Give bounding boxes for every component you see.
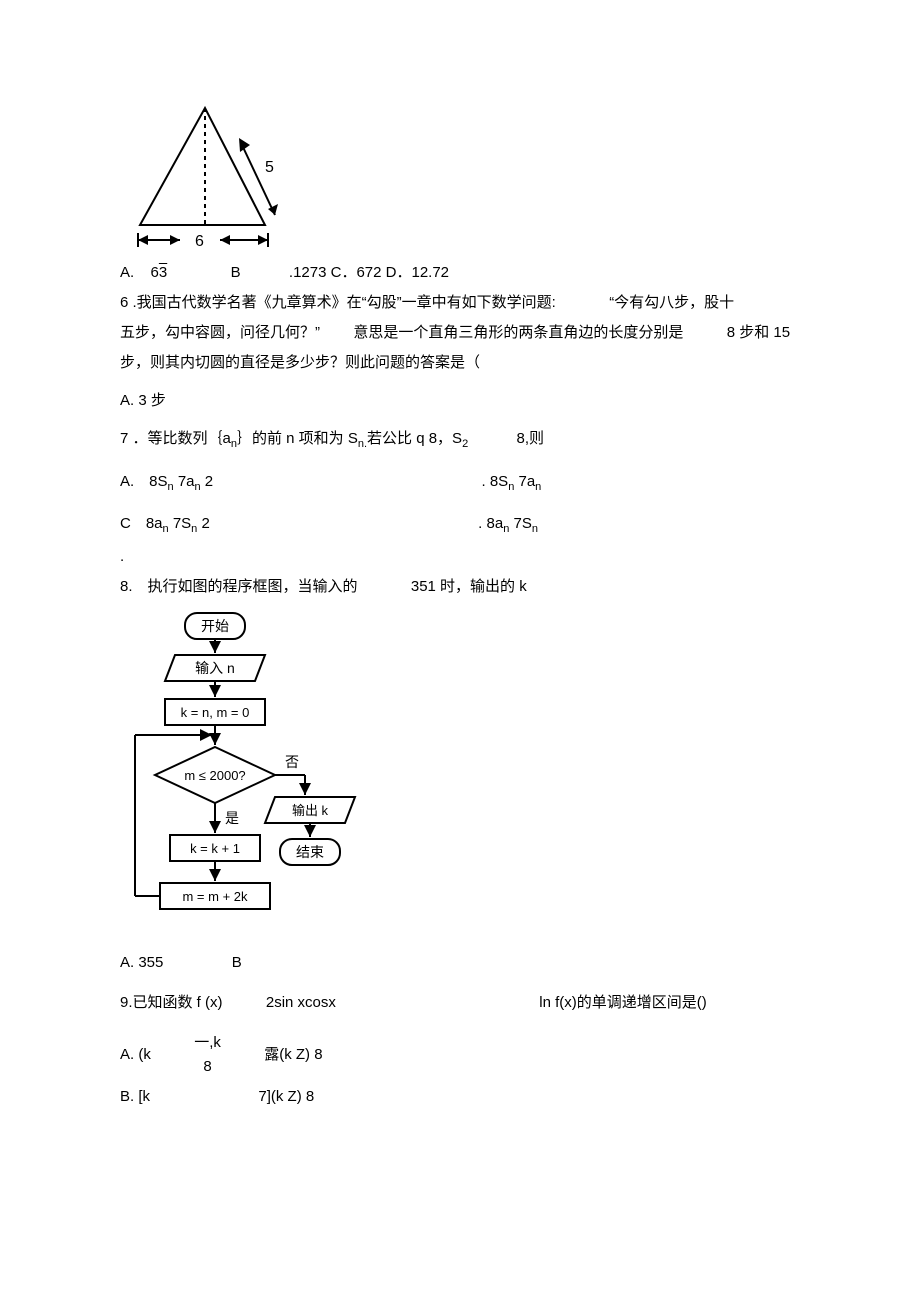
q7c3: 7S xyxy=(169,515,192,532)
flow-output: 输出 k xyxy=(292,803,329,818)
q7b3: 7a xyxy=(514,473,535,490)
q7-s1: 7 ．等比数列｛a xyxy=(120,430,231,447)
q7-s3: 若公比 q 8，S xyxy=(367,430,462,447)
q7-stem: 7 ．等比数列｛an｝的前 n 项和为 Sn.若公比 q 8，S2 8,则 xyxy=(120,427,800,454)
q9-opt-b: B. [k 7](k Z) 8 xyxy=(120,1085,800,1109)
q9-s2: 2sin xcosx xyxy=(266,994,336,1011)
opt-b-prefix: B xyxy=(231,264,241,281)
q9-s1: 9.已知函数 f (x) xyxy=(120,994,223,1011)
flow-input: 输入 n xyxy=(195,660,235,676)
flow-no: 否 xyxy=(285,754,299,770)
q6-line1: 6 .我国古代数学名著《九章算术》在“勾股”一章中有如下数学问题: “今有勾八步… xyxy=(120,291,800,315)
flow-start: 开始 xyxy=(201,618,229,634)
q7-opt-c: C 8an 7Sn 2 xyxy=(120,515,210,532)
q9b1: B. [k xyxy=(120,1088,150,1105)
q7b4: n xyxy=(535,481,541,493)
base-label: 6 xyxy=(195,233,204,250)
q7-opt-d: . 8an 7Sn xyxy=(478,515,538,532)
q9a2: 一,k xyxy=(194,1031,221,1055)
q9a1: A. (k xyxy=(120,1046,151,1063)
q6-l1-pre: 6 .我国古代数学名著《九章算术》在“勾股”一章中有如下数学问题: xyxy=(120,294,556,311)
opt-a-sqrt: 3 xyxy=(159,264,167,281)
q9b2: 7](k Z) 8 xyxy=(258,1088,314,1105)
q7-sub3: 2 xyxy=(462,438,468,450)
q8-stem: 8. 执行如图的程序框图，当输入的 351 时，输出的 k xyxy=(120,575,800,599)
q7d4: n xyxy=(532,523,538,535)
q6-l2-mid: 意思是一个直角三角形的两条直角边的长度分别是 xyxy=(353,324,683,341)
q7-tail: 8,则 xyxy=(517,430,545,447)
opt-rest: .1273 C．672 D．12.72 xyxy=(289,264,449,281)
q5-options: A. 63 B .1273 C．672 D．12.72 xyxy=(120,261,800,285)
flow-init: k = n, m = 0 xyxy=(181,705,250,720)
q7-opt-b: . 8Sn 7an xyxy=(482,473,542,490)
q7c1: C 8a xyxy=(120,515,163,532)
q6-l1-tail: “今有勾八步，股十 xyxy=(609,294,734,311)
flow-yes: 是 xyxy=(225,810,239,826)
q8-opt-a: A. 355 xyxy=(120,954,163,971)
q9-opt-a: A. (k 一,k 8 露(k Z) 8 xyxy=(120,1031,800,1079)
q8-flowchart: 开始 输入 n k = n, m = 0 m ≤ 2000? 否 输出 k 结束… xyxy=(120,605,800,945)
q9a3: 露(k Z) 8 xyxy=(264,1046,322,1063)
q7-row2: C 8an 7Sn 2 . 8an 7Sn xyxy=(120,512,800,539)
side-label: 5 xyxy=(265,159,274,176)
q9-stem: 9.已知函数 f (x) 2sin xcosx ln f(x)的单调递增区间是(… xyxy=(120,991,800,1015)
q6-l2-pre: 五步，勾中容圆，问径几何？” xyxy=(120,324,320,341)
q7b1: . 8S xyxy=(482,473,509,490)
q7-s2: ｝的前 n 项和为 S xyxy=(237,430,358,447)
q7a3: 7a xyxy=(174,473,195,490)
q6-line2: 五步，勾中容圆，问径几何？” 意思是一个直角三角形的两条直角边的长度分别是 8 … xyxy=(120,321,800,345)
flow-step1: k = k + 1 xyxy=(190,841,240,856)
q7-row1: A. 8Sn 7an 2 . 8Sn 7an xyxy=(120,470,800,497)
flow-step2: m = m + 2k xyxy=(182,889,248,904)
q7-opt-a: A. 8Sn 7an 2 xyxy=(120,473,213,490)
q7c5: 2 xyxy=(197,515,210,532)
q5-figure: 5 6 xyxy=(120,100,800,255)
q7-sub2: n. xyxy=(358,438,367,450)
q9-s3: ln f(x)的单调递增区间是() xyxy=(539,994,707,1011)
opt-a-prefix: A. xyxy=(120,264,134,281)
flow-cond: m ≤ 2000? xyxy=(184,768,245,783)
q7d3: 7S xyxy=(509,515,532,532)
q6-line3: 步，则其内切圆的直径是多少步？则此问题的答案是（ xyxy=(120,351,800,375)
q9a-denom: 8 xyxy=(194,1055,221,1079)
opt-a-value-pre: 6 xyxy=(151,264,159,281)
flow-end: 结束 xyxy=(296,844,324,860)
q7-cdot: . xyxy=(120,545,800,569)
q6-l2-tail: 8 步和 15 xyxy=(727,324,790,341)
q8-s2: 351 时，输出的 k xyxy=(411,578,527,595)
q7a1: A. 8S xyxy=(120,473,168,490)
q7a5: 2 xyxy=(201,473,214,490)
q8-s1: 8. 执行如图的程序框图，当输入的 xyxy=(120,578,358,595)
q6-opt-a: A. 3 步 xyxy=(120,389,800,413)
q8-opt-b: B xyxy=(232,954,242,971)
q7d1: . 8a xyxy=(478,515,503,532)
q8-options: A. 355 B xyxy=(120,951,800,975)
